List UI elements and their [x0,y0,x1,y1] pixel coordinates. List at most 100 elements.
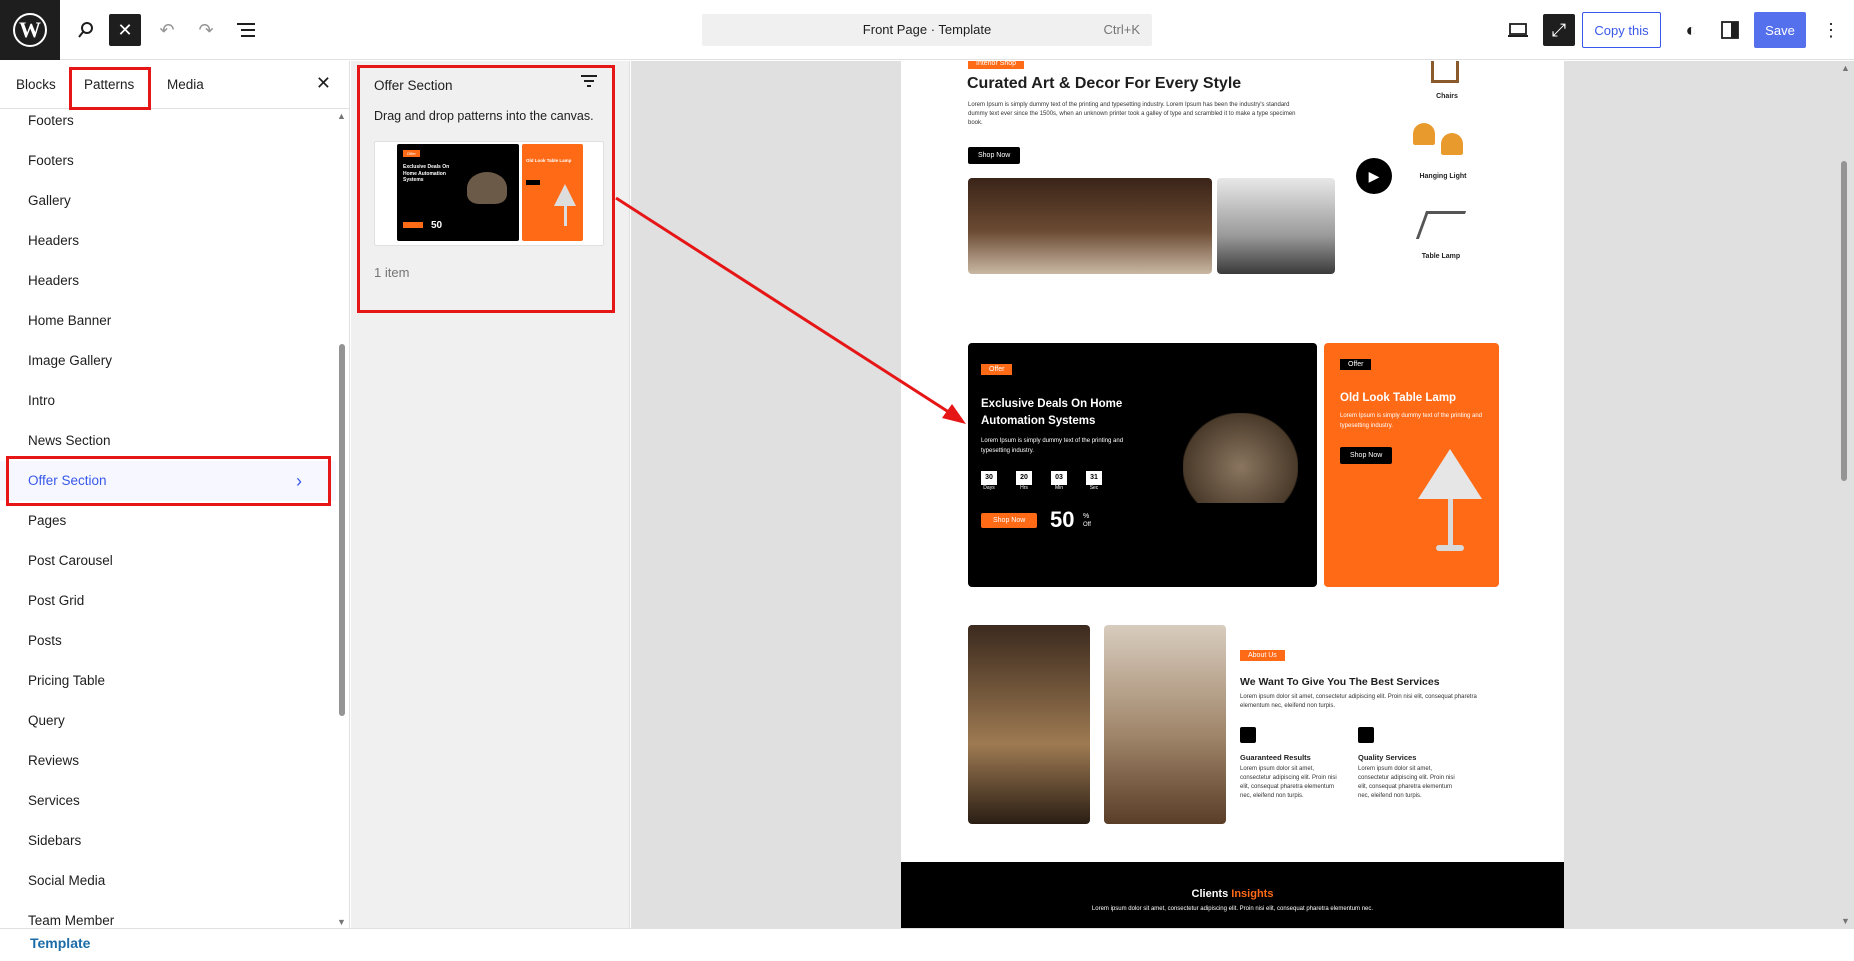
editor-top-bar: W ✕ ↶ ↷ Front Page · Template Ctrl+K ⤢ C… [0,0,1854,60]
about-text: Lorem ipsum dolor sit amet, consectetur … [1240,694,1477,709]
play-video-icon[interactable]: ▶ [1356,158,1392,194]
offer-discount-pct: % [1083,513,1090,520]
about-image-room [968,625,1090,824]
category-home-banner[interactable]: Home Banner [0,301,336,341]
pattern-category-list: Footers Footers Gallery Headers Headers … [0,101,336,928]
offer-card-orange[interactable]: Offer Old Look Table Lamp Lorem Ipsum is… [1324,343,1499,587]
category-gallery[interactable]: Gallery [0,181,336,221]
interior-image-living [968,178,1212,274]
category-pricing-table[interactable]: Pricing Table [0,661,336,701]
more-options-icon[interactable]: ⋮ [1815,14,1847,46]
feature-text-2: Lorem ipsum dolor sit amet, consectetur … [1358,766,1455,799]
hanging-light-image [1413,123,1435,145]
sidebar-scrollbar[interactable] [339,344,345,716]
category-services[interactable]: Services [0,781,336,821]
offer-discount-off: Off [1083,522,1091,528]
chair-image [1431,61,1459,83]
scroll-down-arrow-icon[interactable]: ▼ [337,917,346,927]
canvas-scroll-up-icon[interactable]: ▲ [1841,63,1850,73]
lamp-text: Lorem Ipsum is simply dummy text of the … [1340,413,1483,429]
product-label-chairs: Chairs [1436,93,1458,100]
wordpress-icon: W [13,13,47,47]
offer-text: Lorem Ipsum is simply dummy text of the … [981,438,1124,454]
highlight-pattern-panel [357,65,615,313]
command-palette-bar[interactable]: Front Page · Template Ctrl+K [702,14,1152,46]
about-title: We Want To Give You The Best Services [1240,676,1440,688]
feature-title-1: Guaranteed Results [1240,753,1311,762]
category-footers[interactable]: Footers [0,101,336,141]
close-icon[interactable]: ✕ [316,73,331,94]
category-query[interactable]: Query [0,701,336,741]
category-headers-2[interactable]: Headers [0,261,336,301]
feature-title-2: Quality Services [1358,753,1417,762]
close-inserter-button[interactable]: ✕ [109,14,141,46]
countdown: 30 Days 20 Hrs 03 Min 31 Sec [981,471,1102,491]
wordpress-logo-button[interactable]: W [0,0,60,60]
red-arrow-annotation [615,196,966,424]
countdown-seconds: 31 Sec [1086,471,1102,491]
redo-icon[interactable]: ↷ [190,14,222,46]
category-post-carousel[interactable]: Post Carousel [0,541,336,581]
product-label-hanging-light: Hanging Light [1419,173,1467,180]
offer-title: Exclusive Deals On Home Automation Syste… [981,398,1123,427]
category-news-section[interactable]: News Section [0,421,336,461]
offer-discount: 50 [1050,507,1075,532]
hero-title: Curated Art & Decor For Every Style [967,75,1242,92]
editor-footer: Template [0,928,1854,961]
table-lamp-image [1415,211,1467,239]
undo-icon[interactable]: ↶ [151,14,183,46]
hero-shop-button[interactable]: Shop Now [968,147,1021,164]
category-pages[interactable]: Pages [0,501,336,541]
clients-section: Clients Insights Lorem ipsum dolor sit a… [901,862,1564,928]
search-icon[interactable] [70,14,102,46]
document-overview-icon[interactable] [230,14,262,46]
fullscreen-icon[interactable]: ⤢ [1543,14,1575,46]
settings-sidebar-icon[interactable] [1714,14,1746,46]
countdown-hours: 20 Hrs [1016,471,1032,491]
hero-badge: Interior Shop [968,61,1025,69]
feature-text-1: Lorem ipsum dolor sit amet, consectetur … [1240,766,1337,799]
lamp-base-image [1436,545,1464,551]
lamp-title: Old Look Table Lamp [1340,392,1457,404]
category-posts[interactable]: Posts [0,621,336,661]
countdown-days: 30 Days [981,471,997,491]
category-reviews[interactable]: Reviews [0,741,336,781]
highlight-offer-section [6,456,331,506]
lamp-badge: Offer [1340,359,1372,370]
document-title: Front Page · Template [862,22,992,37]
breadcrumb[interactable]: Template [30,935,90,951]
lamp-shop-button[interactable]: Shop Now [1340,447,1393,464]
save-button[interactable]: Save [1754,12,1806,48]
hanging-light-image-2 [1441,133,1463,155]
category-team-member[interactable]: Team Member [0,901,336,928]
product-label-table-lamp: Table Lamp [1421,253,1461,260]
copy-this-button[interactable]: Copy this [1582,12,1661,48]
hero-text: Lorem Ipsum is simply dummy text of the … [968,102,1296,126]
category-intro[interactable]: Intro [0,381,336,421]
category-social-media[interactable]: Social Media [0,861,336,901]
category-image-gallery[interactable]: Image Gallery [0,341,336,381]
styles-contrast-icon[interactable]: ◐ [1675,14,1707,46]
lamp-shade-image [1418,449,1482,499]
offer-badge: Offer [981,364,1013,375]
countdown-minutes: 03 Min [1051,471,1067,491]
offer-shop-button[interactable]: Shop Now [981,513,1038,528]
guaranteed-icon [1240,727,1256,743]
interior-image-office [1217,178,1335,274]
canvas-scroll-down-icon[interactable]: ▼ [1841,916,1850,926]
quality-icon [1358,727,1374,743]
about-image-chair [1104,625,1226,824]
category-sidebars[interactable]: Sidebars [0,821,336,861]
category-post-grid[interactable]: Post Grid [0,581,336,621]
scroll-up-arrow-icon[interactable]: ▲ [337,111,346,121]
canvas-scrollbar[interactable] [1841,161,1847,481]
about-badge: About Us [1240,650,1285,661]
highlight-patterns-tab [69,67,151,110]
device-preview-icon[interactable] [1502,14,1534,46]
category-headers[interactable]: Headers [0,221,336,261]
template-page-preview[interactable]: Interior Shop Curated Art & Decor For Ev… [901,61,1564,928]
offer-card-dark[interactable]: Offer Exclusive Deals On Home Automation… [968,343,1317,587]
category-footers-2[interactable]: Footers [0,141,336,181]
armchair-image [1183,413,1298,503]
clients-title: Clients Insights [1191,888,1274,900]
